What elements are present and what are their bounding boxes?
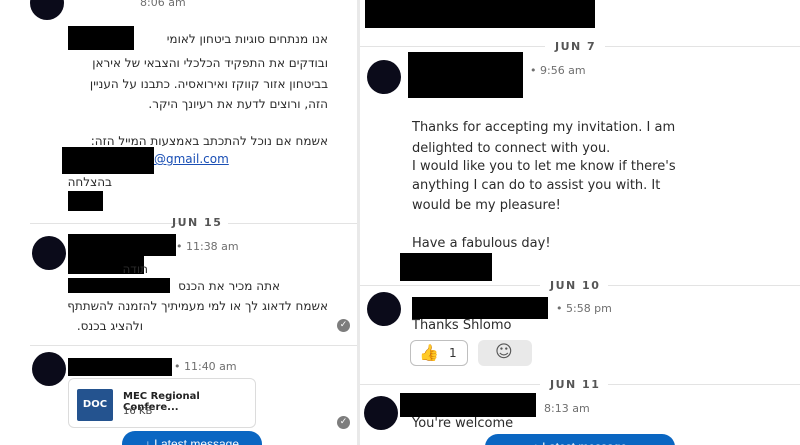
sender-avatar[interactable] (32, 352, 66, 386)
reaction-count: 1 (449, 346, 457, 360)
latest-message-button[interactable]: ↓ Latest message (122, 431, 262, 445)
divider-line (30, 223, 178, 224)
message-time: • 11:40 am (174, 360, 237, 373)
divider-line (360, 46, 545, 47)
message-line: אשמח אם נוכל להתכתב באמצעות המייל הזה: (90, 134, 328, 148)
divider-line (228, 223, 358, 224)
redacted-name (400, 253, 492, 281)
message-time: • 11:38 am (176, 240, 239, 253)
message-line: תודה (122, 262, 148, 276)
message-text: Thanks Shlomo (412, 318, 512, 333)
message-time: • 5:58 pm (556, 302, 612, 315)
add-reaction-button[interactable]: ☺ (478, 340, 532, 366)
read-receipt-icon: ✓ (337, 416, 350, 429)
message-line: anything I can do to assist you with. It (412, 178, 661, 193)
attachment-card[interactable]: DOC MEC Regional Confere... 16 KB (68, 378, 256, 428)
date-separator: JUN 11 (550, 378, 601, 391)
redacted-name (408, 52, 523, 98)
message-line: אשמח לדאוג לך או למי מעמיתיך להזמנה להשת… (67, 299, 328, 313)
email-link[interactable]: @gmail.com (154, 152, 229, 166)
message-line: בביטחון אזור קווקז ואירואסיה. כתבנו על ה… (89, 77, 328, 91)
divider-line (608, 285, 800, 286)
redacted-header (365, 0, 595, 28)
redacted-name (68, 358, 172, 376)
message-line: I would like you to let me know if there… (412, 159, 676, 174)
redacted-email-user (62, 147, 154, 174)
thumbs-up-icon: 👍 (419, 343, 439, 362)
divider-line (30, 345, 358, 346)
sender-avatar[interactable] (32, 236, 66, 270)
sender-avatar[interactable] (367, 60, 401, 94)
date-separator: JUN 7 (555, 40, 597, 53)
message-time: • 9:56 am (530, 64, 586, 77)
message-time: 8:13 am (544, 402, 590, 415)
message-line: הזה, ורוצים לדעת את רעיונך היקר. (148, 97, 328, 111)
message-time: 8:06 am (140, 0, 186, 9)
add-reaction-icon: ☺ (495, 342, 513, 362)
message-line: Have a fabulous day! (412, 236, 551, 251)
divider-line (360, 384, 540, 385)
attachment-size: 16 KB (123, 406, 153, 417)
redacted-name (400, 393, 536, 417)
redacted-signature (68, 191, 103, 211)
redacted-name (412, 297, 548, 319)
divider-line (608, 384, 800, 385)
redacted-name (68, 26, 134, 50)
doc-file-icon: DOC (77, 389, 113, 421)
message-text: You're welcome (412, 416, 514, 431)
date-separator: JUN 10 (550, 279, 601, 292)
redacted-conference-name (68, 278, 170, 293)
message-line: would be my pleasure! (412, 198, 561, 213)
message-line: delighted to connect with you. (412, 141, 611, 156)
read-receipt-icon: ✓ (337, 319, 350, 332)
redacted-name (68, 234, 176, 256)
date-separator: JUN 15 (172, 216, 223, 229)
sender-avatar[interactable] (364, 396, 398, 430)
latest-message-button[interactable]: ↓ Latest message (485, 434, 675, 445)
message-line: אנו מנתחים סוגיות ביטחון לאומי (166, 32, 328, 46)
closing-text: בהצלחה (67, 175, 112, 189)
message-line: ולהציג בכנס. (76, 319, 143, 333)
divider-line (360, 285, 540, 286)
message-line: ובודקים את התפקיד הכלכלי והצבאי של איראן (92, 56, 328, 70)
sender-avatar[interactable] (30, 0, 64, 20)
right-conversation-panel: JUN 7 • 9:56 am Thanks for accepting my … (360, 0, 800, 445)
left-conversation-panel: 8:06 am אנו מנתחים סוגיות ביטחון לאומי ו… (0, 0, 358, 445)
sender-avatar[interactable] (367, 292, 401, 326)
reaction-button[interactable]: 👍 1 (410, 340, 468, 366)
message-line: Thanks for accepting my invitation. I am (412, 120, 676, 135)
divider-line (605, 46, 800, 47)
message-line: אתה מכיר את הכנס (178, 279, 280, 293)
